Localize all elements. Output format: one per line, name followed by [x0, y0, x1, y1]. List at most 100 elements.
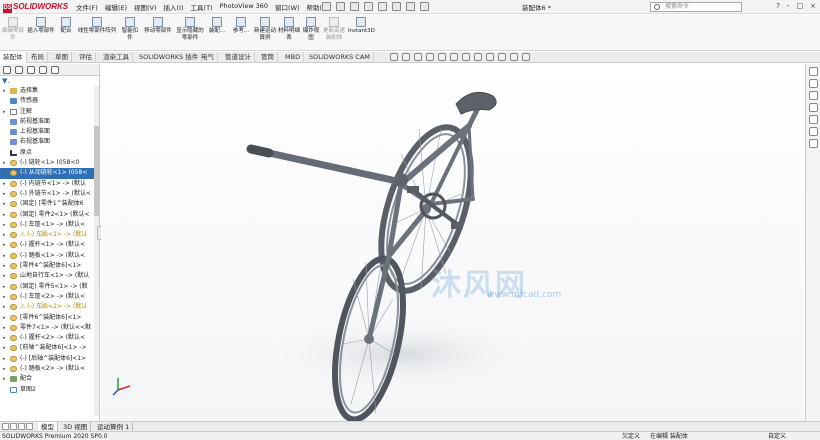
maximize-button[interactable]: □ [797, 2, 804, 10]
mate-button[interactable]: 配合 [58, 17, 74, 35]
expand-arrow-icon[interactable]: ▸ [3, 343, 6, 353]
expand-arrow-icon[interactable]: ▸ [3, 374, 6, 384]
tree-item[interactable]: ▸ (-) 握杆<1> -> (默认< [0, 240, 94, 250]
dynamic-annotation-icon[interactable] [438, 53, 446, 61]
prev-tab-icon[interactable] [10, 423, 17, 430]
tree-item[interactable]: ▸ (固定) 零件2<1> (默认< [0, 210, 94, 220]
tree-item[interactable]: ▸ (-) 从动链轮<1> (058< [0, 168, 94, 179]
reference-geometry-button[interactable]: 参考... [230, 17, 252, 35]
expand-arrow-icon[interactable]: ▸ [3, 107, 6, 117]
tree-item[interactable]: 前视基准面 [0, 117, 94, 127]
exploded-view-button[interactable]: 爆炸视图 [302, 17, 320, 42]
expand-arrow-icon[interactable]: ▸ [3, 251, 6, 261]
undo-icon[interactable] [378, 2, 387, 11]
tree-item[interactable]: ▸ ⚠ (-) 车胎<1> -> (默认 [0, 230, 94, 240]
tree-item[interactable]: ▸ (-) 踏板<1> -> (默认< [0, 251, 94, 261]
tree-item[interactable]: ▸ (-) 外链节<1> -> (默认< [0, 189, 94, 199]
expand-arrow-icon[interactable]: ▸ [3, 230, 6, 240]
expand-arrow-icon[interactable]: ▸ [3, 189, 6, 199]
tab-solidworks-cam[interactable]: SOLIDWORKS CAM [306, 52, 374, 63]
menu-tools[interactable]: 工具(T) [191, 2, 213, 12]
apply-scene-icon[interactable] [498, 53, 506, 61]
expand-arrow-icon[interactable]: ▸ [3, 261, 6, 271]
solidworks-logo[interactable]: DSSOLIDWORKS [3, 2, 68, 13]
tab-mbd[interactable]: MBD [282, 52, 305, 63]
property-manager-tab-icon[interactable] [15, 66, 23, 74]
close-button[interactable]: × [810, 2, 816, 10]
menu-view[interactable]: 视图(V) [134, 2, 157, 12]
open-file-icon[interactable] [336, 2, 345, 11]
tree-item[interactable]: 右视基准面 [0, 137, 94, 147]
print-icon[interactable] [364, 2, 373, 11]
tab-layout[interactable]: 布局 [28, 52, 48, 63]
update-speedpak-button[interactable]: 更新高速装配体 [322, 17, 346, 42]
tree-item[interactable]: 原点 [0, 148, 94, 158]
expand-arrow-icon[interactable]: ▸ [3, 292, 6, 302]
custom-properties-icon[interactable] [808, 127, 818, 136]
menu-insert[interactable]: 插入(I) [164, 2, 184, 12]
new-file-icon[interactable] [322, 2, 331, 11]
tree-item[interactable]: 上视基准面 [0, 127, 94, 137]
tree-item[interactable]: ▸ 零件7<1> -> (默认<<默 [0, 323, 94, 333]
display-style-icon[interactable] [462, 53, 470, 61]
expand-arrow-icon[interactable]: ▸ [3, 323, 6, 333]
tab-assembly[interactable]: 装配体 [0, 52, 27, 63]
expand-arrow-icon[interactable]: ▸ [3, 240, 6, 250]
move-component-button[interactable]: 移动零部件 [142, 17, 174, 35]
design-library-icon[interactable] [808, 79, 818, 88]
scrollbar-thumb[interactable] [94, 126, 99, 216]
solidworks-forum-icon[interactable] [808, 139, 818, 148]
rebuild-icon[interactable] [406, 2, 415, 11]
menu-file[interactable]: 文件(F) [76, 2, 98, 12]
next-tab-icon[interactable] [18, 423, 25, 430]
view-orientation-icon[interactable] [450, 53, 458, 61]
expand-arrow-icon[interactable]: ▸ [3, 333, 6, 343]
options-icon[interactable] [420, 2, 429, 11]
expand-arrow-icon[interactable]: ▸ [3, 220, 6, 230]
new-motion-study-button[interactable]: 新建运动算例 [254, 17, 276, 42]
tree-item[interactable]: ▸ [零件6^装配体6]<1> [0, 313, 94, 323]
zoom-to-area-icon[interactable] [402, 53, 410, 61]
expand-arrow-icon[interactable]: ▸ [3, 158, 6, 168]
expand-arrow-icon[interactable]: ▸ [3, 168, 6, 178]
tree-item[interactable]: ▸ (-) 车筐<2> -> (默认< [0, 292, 94, 302]
menu-edit[interactable]: 编辑(E) [105, 2, 127, 12]
tree-item[interactable]: ▸ (固定) 零件5<1> -> (默 [0, 282, 94, 292]
tree-item[interactable]: ▸ 注解 [0, 107, 94, 117]
last-tab-icon[interactable] [26, 423, 33, 430]
file-explorer-icon[interactable] [808, 91, 818, 100]
menu-window[interactable]: 窗口(W) [275, 2, 300, 12]
tree-item[interactable]: 传感器 [0, 96, 94, 106]
expand-arrow-icon[interactable]: ▸ [3, 354, 6, 364]
tree-item[interactable]: ▸ (-) 握杆<2> -> (默认< [0, 333, 94, 343]
appearances-icon[interactable] [808, 115, 818, 124]
display-manager-tab-icon[interactable] [51, 66, 59, 74]
tab-sketch[interactable]: 草图 [52, 52, 72, 63]
solidworks-resources-icon[interactable] [808, 67, 818, 76]
search-commands-input[interactable]: 搜索命令 [650, 2, 742, 12]
linear-pattern-button[interactable]: 线性零部件阵列 [76, 17, 118, 35]
expand-arrow-icon[interactable]: ▸ [3, 199, 6, 209]
tree-item[interactable]: ▸ (-) 链轮<1> (058<0 [0, 158, 94, 168]
tree-item[interactable]: ▸ 山地自行车<1> -> (默认 [0, 271, 94, 281]
tab-electrical[interactable]: 电气 [198, 52, 218, 63]
tree-item[interactable]: ▸ (固定) [零件1^装配体6 [0, 199, 94, 209]
tab-solidworks-addins[interactable]: SOLIDWORKS 插件 [136, 52, 203, 63]
tree-item[interactable]: ▸ 选择集 [0, 86, 94, 96]
tab-evaluate[interactable]: 评估 [76, 52, 96, 63]
filter-icon[interactable]: ▼. [2, 77, 10, 85]
handlebar[interactable] [246, 144, 408, 187]
menu-photoview[interactable]: PhotoView 360 [220, 2, 268, 12]
units-status[interactable]: 自定义 [768, 432, 786, 440]
monitor-icon[interactable] [522, 53, 530, 61]
expand-arrow-icon[interactable]: ▸ [3, 364, 6, 374]
tree-item[interactable]: ▸ 配合 [0, 374, 94, 384]
feature-tree-tab-icon[interactable] [3, 66, 11, 74]
minimize-button[interactable]: - [787, 2, 790, 10]
expand-arrow-icon[interactable]: ▸ [3, 282, 6, 292]
feature-tree-scrollbar[interactable] [94, 86, 99, 416]
tree-item[interactable]: ▸ (-) 踏板<2> -> (默认< [0, 364, 94, 374]
assembly-features-button[interactable]: 装配... [206, 17, 228, 35]
previous-view-icon[interactable] [414, 53, 422, 61]
tab-render-tools[interactable]: 渲染工具 [100, 52, 133, 63]
